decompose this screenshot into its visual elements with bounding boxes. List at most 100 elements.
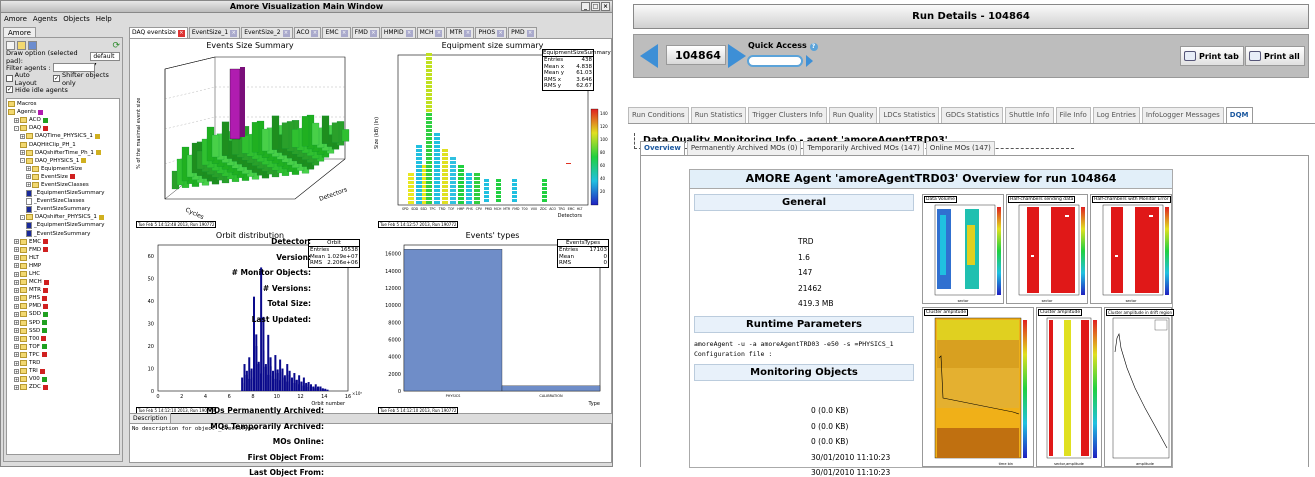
tree-item[interactable]: + PMD: [8, 302, 118, 310]
tree-item[interactable]: + HLT: [8, 254, 118, 262]
tree-item[interactable]: _EventSizeSummary: [8, 230, 118, 238]
tree-item[interactable]: + SDD: [8, 310, 118, 318]
run-tab[interactable]: Shuttle Info: [1005, 107, 1054, 123]
description-text[interactable]: No description for object _EventsTypes: [129, 423, 612, 463]
menu-objects[interactable]: Objects: [63, 15, 89, 23]
canvas-tab[interactable]: PHOS ×: [475, 27, 508, 38]
tree-item[interactable]: Macros: [8, 100, 118, 108]
refresh-icon[interactable]: ⟳: [112, 41, 120, 51]
run-tab[interactable]: Trigger Clusters Info: [748, 107, 827, 123]
tree-item[interactable]: + TRD: [8, 359, 118, 367]
tree-item[interactable]: + V00: [8, 375, 118, 383]
runtime-config: Configuration file :: [694, 350, 773, 358]
canvas-tab[interactable]: EventSize_1 ×: [188, 27, 241, 38]
tree-item[interactable]: - DAQshifter_PHYSICS_1: [8, 213, 118, 221]
run-tab[interactable]: DQM: [1225, 107, 1253, 123]
next-run-arrow-icon[interactable]: [728, 44, 746, 68]
menu-help[interactable]: Help: [96, 15, 112, 23]
overview-title: AMORE Agent 'amoreAgentTRD03' Overview f…: [690, 170, 1172, 189]
run-tab[interactable]: InfoLogger Messages: [1141, 107, 1224, 123]
plot-half-chambers-error[interactable]: Half-chambers with Monitor Error sector: [1090, 194, 1172, 304]
tree-item[interactable]: + SSD: [8, 327, 118, 335]
pad-orbit-distribution[interactable]: Orbit distribution 60 50 40 30 20 10 0 0 2 4 6 8 10…: [130, 229, 370, 415]
tree-item[interactable]: + EventSizeClasses: [8, 181, 118, 189]
dqm-subtab[interactable]: Online MOs (147): [925, 141, 995, 156]
minimize-button[interactable]: _: [581, 2, 590, 11]
plot-half-chambers-sending[interactable]: Half-chambers sending data sector: [1006, 194, 1088, 304]
previous-run-arrow-icon[interactable]: [640, 44, 658, 68]
dqm-subtab[interactable]: Permanently Archived MOs (0): [686, 141, 802, 156]
run-tab[interactable]: Run Quality: [828, 107, 878, 123]
tree-item[interactable]: - DAQ_PHYSICS_1: [8, 157, 118, 165]
tree-item[interactable]: + MTR: [8, 286, 118, 294]
tab-amore[interactable]: Amore: [3, 27, 36, 37]
pad-equipment-size-summary[interactable]: Equipment size summary 140 120 100 80 60 40 20…: [372, 39, 613, 229]
agents-tree[interactable]: Macros Agents + ACO - DAQ + DAQTime_PHYSICS_1 DA…: [6, 98, 120, 455]
tree-item[interactable]: + DAQTime_PHYSICS_1: [8, 132, 118, 140]
print-tab-button[interactable]: Print tab: [1180, 46, 1244, 66]
canvas-tab[interactable]: MTR ×: [446, 27, 475, 38]
plot-cluster-amplitude-time[interactable]: Cluster amplitude time bin: [922, 307, 1034, 467]
tree-item[interactable]: _EquipmentSizeSummary: [8, 189, 118, 197]
canvas-tab[interactable]: FMD ×: [351, 27, 380, 38]
quick-access-go-icon[interactable]: [806, 55, 813, 67]
auto-layout-checkbox[interactable]: [6, 75, 13, 82]
canvas-tab[interactable]: EMC ×: [322, 27, 351, 38]
tree-item[interactable]: _EventSizeClasses: [8, 197, 118, 205]
run-tab[interactable]: LDCs Statistics: [879, 107, 940, 123]
canvas-tab[interactable]: PMD ×: [508, 27, 537, 38]
tree-item[interactable]: + TPC: [8, 351, 118, 359]
plot-cluster-amplitude-sector[interactable]: Cluster amplitude sector,amplitude: [1036, 307, 1102, 467]
tree-item[interactable]: + FMD: [8, 246, 118, 254]
run-tab[interactable]: Run Conditions: [628, 107, 689, 123]
menu-agents[interactable]: Agents: [33, 15, 57, 23]
x-category-label: PHYSICS: [446, 394, 462, 398]
tree-item[interactable]: _EquipmentSizeSummary: [8, 221, 118, 229]
tree-item[interactable]: + LHC: [8, 270, 118, 278]
menu-amore[interactable]: Amore: [4, 15, 27, 23]
run-tab[interactable]: GDCs Statistics: [941, 107, 1004, 123]
run-tab[interactable]: Run Statistics: [690, 107, 747, 123]
tree-item[interactable]: + TOF: [8, 343, 118, 351]
canvas-tab[interactable]: MCH ×: [416, 27, 446, 38]
tree-item[interactable]: + SPD: [8, 319, 118, 327]
tree-item[interactable]: + EMC: [8, 238, 118, 246]
tree-item[interactable]: + ACO: [8, 116, 118, 124]
quick-access-input[interactable]: [747, 55, 803, 67]
tree-item[interactable]: + MCH: [8, 278, 118, 286]
dqm-subtab[interactable]: Overview: [640, 141, 685, 156]
pad-events-types[interactable]: Events' types 16000 14000 12000 10000 8000 60…: [372, 229, 613, 415]
close-button[interactable]: ×: [601, 2, 610, 11]
print-all-button[interactable]: Print all: [1245, 46, 1305, 66]
shifter-only-checkbox[interactable]: ✓: [52, 75, 60, 82]
tree-item[interactable]: + T00: [8, 335, 118, 343]
canvas-tab[interactable]: EventSize_2 ×: [241, 27, 293, 38]
folder-icon: [20, 303, 27, 310]
canvas-tab[interactable]: DAQ eventsize ×: [129, 27, 188, 38]
tree-item[interactable]: + DAQshifterTime_Ph_1: [8, 149, 118, 157]
tree-item[interactable]: - DAQ: [8, 124, 118, 132]
tree-item[interactable]: + PHS: [8, 294, 118, 302]
plot-data-volume[interactable]: Data Volume sector: [922, 194, 1004, 304]
canvas-tab[interactable]: ACO ×: [293, 27, 322, 38]
draw-option-select[interactable]: default ▾: [90, 52, 120, 68]
tree-item[interactable]: DAQHitClip_PH_1: [8, 140, 118, 148]
tree-item[interactable]: + EventSize: [8, 173, 118, 181]
maximize-button[interactable]: □: [591, 2, 600, 11]
run-tab[interactable]: Log Entries: [1092, 107, 1140, 123]
plot-cluster-amplitude-drift[interactable]: Cluster amplitude in drift region amplit…: [1104, 307, 1174, 467]
tab-description[interactable]: Description: [129, 413, 172, 423]
tree-item[interactable]: + ZDC: [8, 383, 118, 391]
root-canvas[interactable]: Events Size Summary % of the maximal eve…: [129, 38, 612, 414]
tree-item[interactable]: + HMP: [8, 262, 118, 270]
run-tab[interactable]: File Info: [1055, 107, 1091, 123]
pad-events-size-summary[interactable]: Events Size Summary % of the maximal eve…: [130, 39, 370, 229]
hide-idle-checkbox[interactable]: ✓: [6, 86, 13, 93]
tree-item[interactable]: + EquipmentSize: [8, 165, 118, 173]
tree-item[interactable]: + TRI: [8, 367, 118, 375]
tree-item[interactable]: Agents: [8, 108, 118, 116]
dqm-subtab[interactable]: Temporarily Archived MOs (147): [803, 141, 924, 156]
canvas-tab[interactable]: HMPID ×: [380, 27, 416, 38]
window-titlebar[interactable]: Amore Visualization Main Window _ □ ×: [1, 1, 612, 13]
tree-item[interactable]: _EventSizeSummary: [8, 205, 118, 213]
